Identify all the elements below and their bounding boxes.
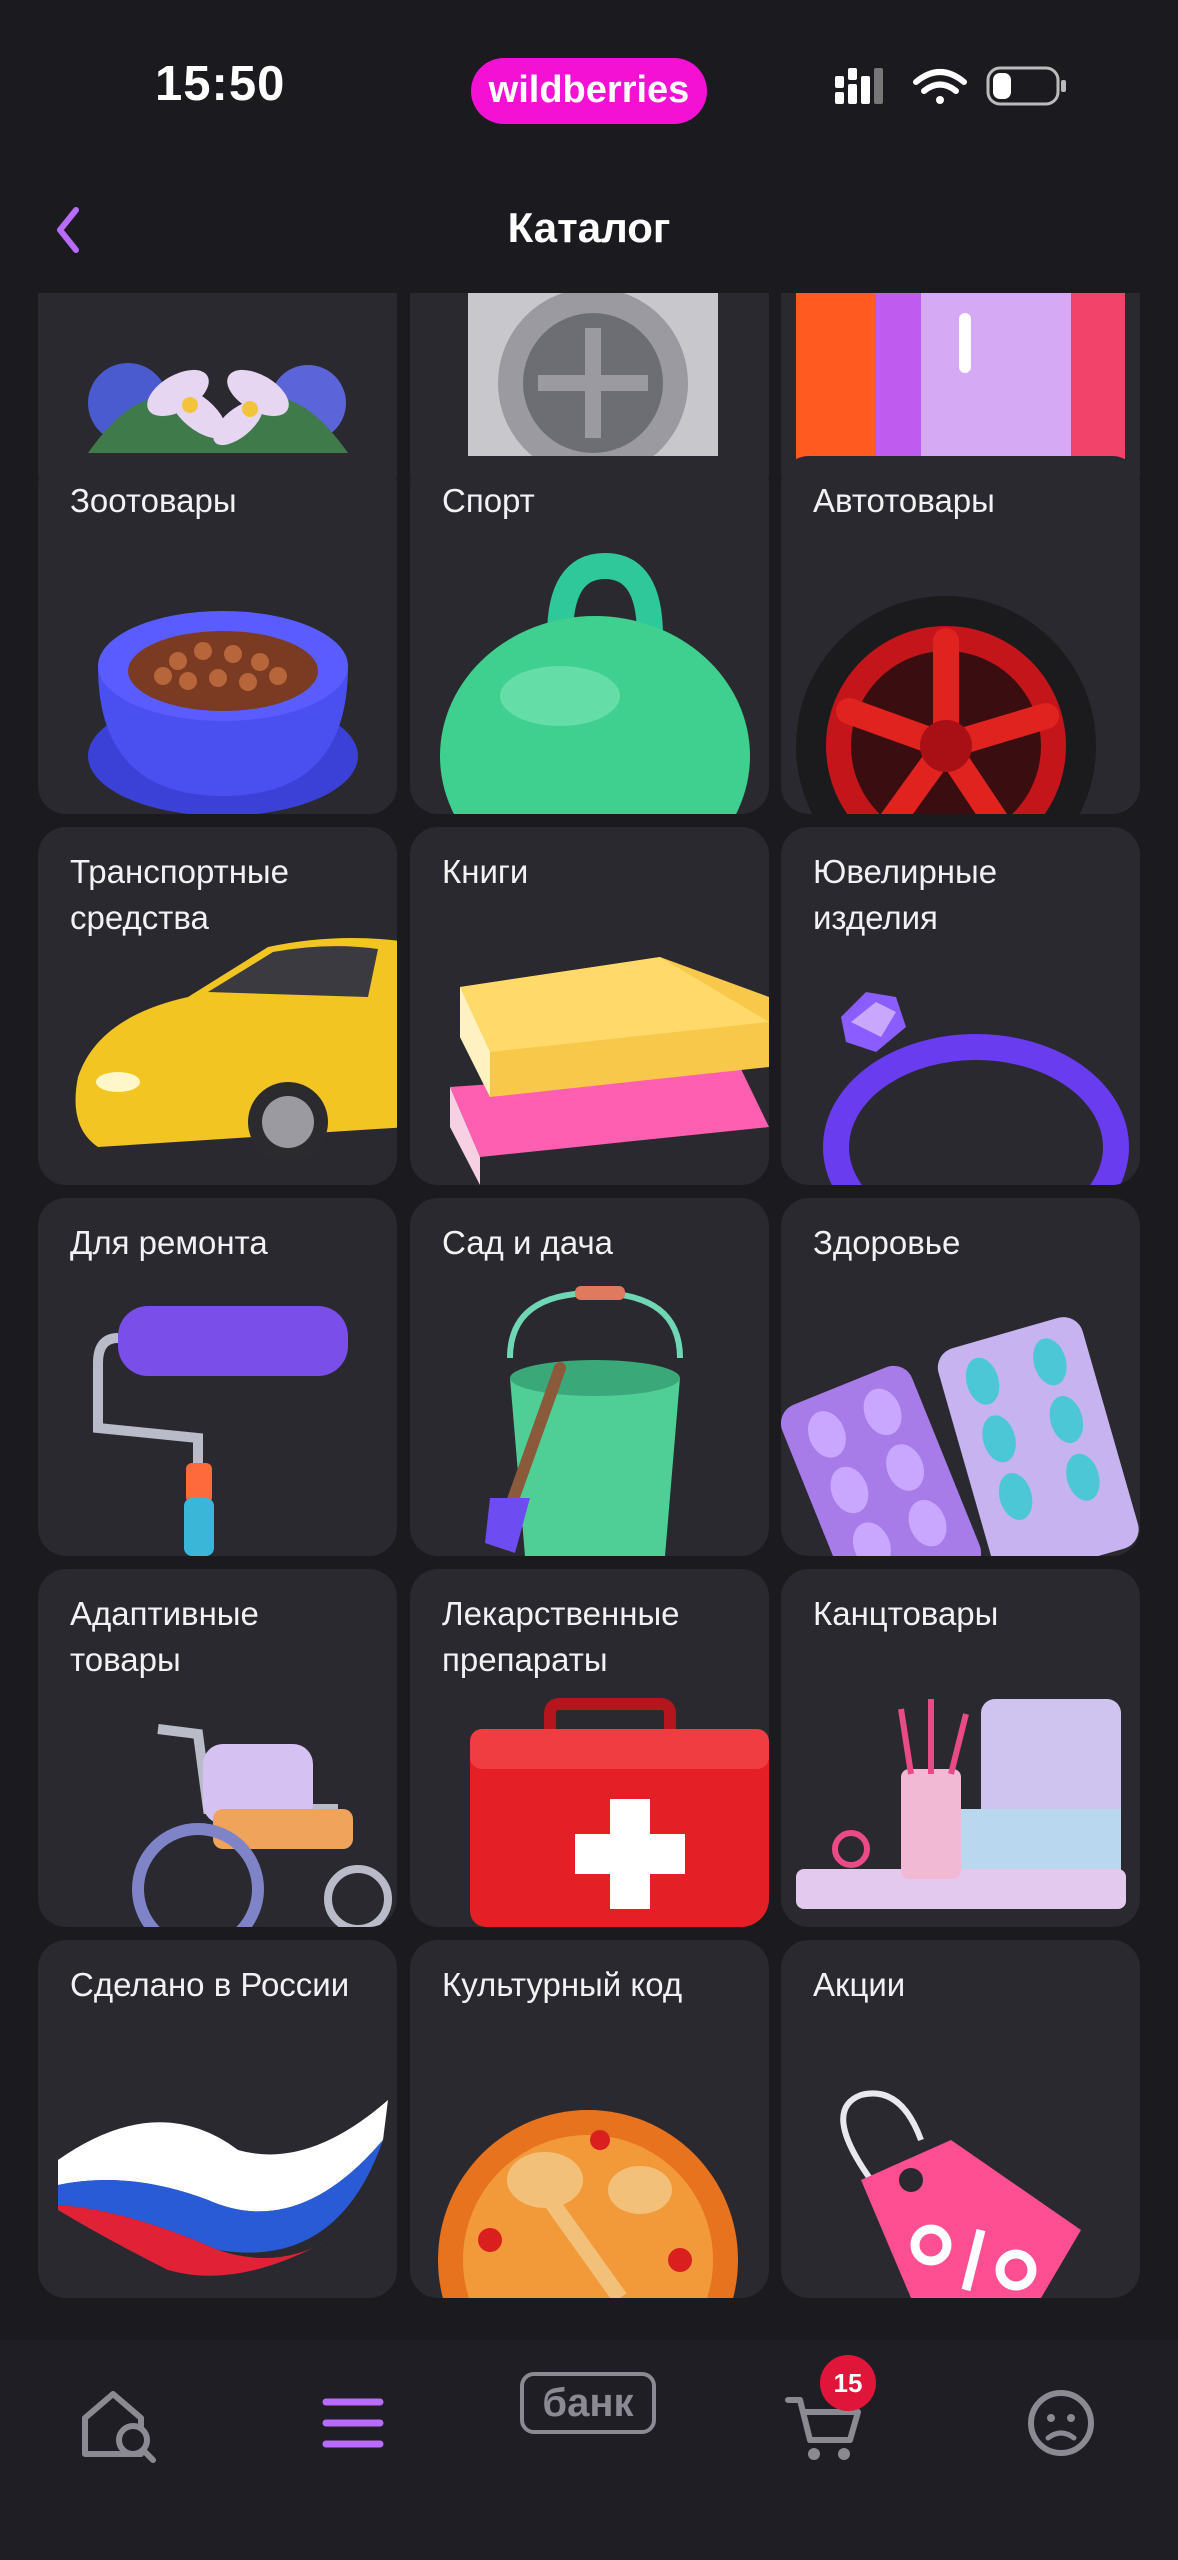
status-time: 15:50 <box>155 57 286 111</box>
category-card-sport[interactable]: Спорт <box>410 456 769 814</box>
sale-tag-icon <box>840 2090 1081 2298</box>
category-card-garden[interactable]: Сад и дача <box>410 1198 769 1556</box>
status-bar: 15:50 wildberries <box>0 0 1178 180</box>
category-card-medicine[interactable]: Лекарственные препараты <box>410 1569 769 1927</box>
profile-icon[interactable] <box>1016 2378 1106 2468</box>
category-card-health[interactable]: Здоровье <box>781 1198 1140 1556</box>
category-card-vehicles[interactable]: Транспортные средства <box>38 827 397 1185</box>
wheel-icon <box>796 596 1096 814</box>
category-card-culture-code[interactable]: Культурный код <box>410 1940 769 2298</box>
cart-badge: 15 <box>820 2355 876 2411</box>
signal-icon <box>835 68 883 104</box>
catalog-grid: Зоотовары Спорт Автотовары Транспортные … <box>0 293 1178 2338</box>
category-card-made-in-russia[interactable]: Сделано в России <box>38 1940 397 2298</box>
books-icon <box>450 957 769 1185</box>
kettlebell-icon <box>440 552 750 814</box>
painted-plate-icon <box>438 2110 738 2298</box>
wifi-icon <box>913 69 967 104</box>
category-card-promotions[interactable]: Акции <box>781 1940 1140 2298</box>
category-card-repair[interactable]: Для ремонта <box>38 1198 397 1556</box>
battery-icon <box>986 66 1066 106</box>
category-card-stationery[interactable]: Канцтовары <box>781 1569 1140 1927</box>
car-icon <box>75 938 397 1162</box>
page-title: Каталог <box>507 204 671 251</box>
home-search-icon[interactable] <box>73 2378 163 2468</box>
bucket-icon <box>485 1286 683 1556</box>
pills-icon <box>781 1317 1139 1556</box>
first-aid-kit-icon <box>470 1698 769 1927</box>
menu-icon[interactable] <box>308 2378 398 2468</box>
ring-icon <box>823 992 1129 1185</box>
stationery-icon <box>796 1699 1126 1909</box>
category-card-books[interactable]: Книги <box>410 827 769 1185</box>
brand-logo[interactable]: wildberries <box>471 58 707 124</box>
category-card-jewelry[interactable]: Ювелирные изделия <box>781 827 1140 1185</box>
russia-flag-wave-icon <box>58 2100 388 2276</box>
pet-bowl-icon <box>88 611 358 814</box>
paint-roller-icon <box>93 1306 348 1556</box>
wheelchair-icon <box>132 1724 392 1927</box>
category-card-pets[interactable]: Зоотовары <box>38 456 397 814</box>
bank-button[interactable]: банк <box>520 2372 656 2434</box>
status-icons <box>835 66 1066 106</box>
category-card-adaptive[interactable]: Адаптивные товары <box>38 1569 397 1927</box>
category-card-auto[interactable]: Автотовары <box>781 456 1140 814</box>
